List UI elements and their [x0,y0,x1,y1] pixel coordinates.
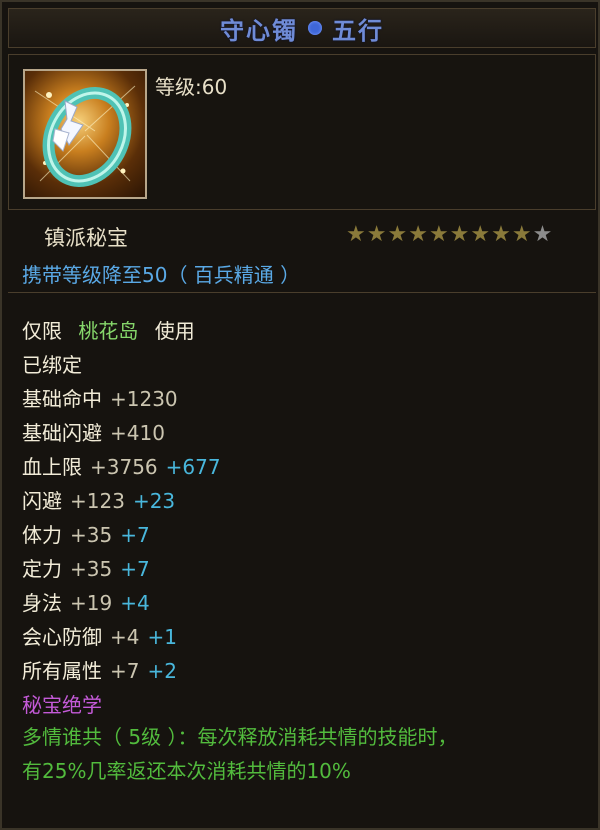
usage-faction: 桃花岛 [78,319,139,343]
skill-header: 秘宝绝学 [22,693,102,717]
stat-row: 所有属性 +7 +2 [22,654,221,688]
stat-bonus-value: +4 [120,591,150,615]
item-name: 守心镯 [220,15,298,45]
bracelet-icon [23,69,147,199]
star-filled-icon: ★ [387,222,408,247]
stats-list: 仅限 桃花岛 使用 已绑定 基础命中 +1230 基础闪避 +410 血上限 +3756 +… [22,314,221,722]
stat-bonus-value: +2 [147,659,177,683]
skill-line-2: 有25%几率返还本次消耗共情的10% [22,759,351,783]
item-type: 镇派秘宝 [44,226,128,250]
skill-description: 多情谁共（ 5级 ）：每次释放消耗共情的技能时， 有25%几率返还本次消耗共情的… [22,720,582,788]
stat-row: 闪避 +123 +23 [22,484,221,518]
stat-name: 体力 [22,523,62,547]
star-rating: ★ ★ ★ ★ ★ ★ ★ ★ ★ ★ [346,224,552,246]
stat-base-value: +3756 [90,455,158,479]
stat-name: 基础命中 [22,387,102,411]
star-filled-icon: ★ [491,222,511,247]
stat-row: 血上限 +3756 +677 [22,450,221,484]
stat-name: 闪避 [22,489,62,513]
item-attribute: 五行 [332,15,384,45]
bracelet-icon-art [34,85,136,187]
star-filled-icon: ★ [449,222,470,247]
carry-level-text: 携带等级降至50（ 百兵精通 ） [22,263,301,287]
stat-base-value: +19 [70,591,113,615]
stat-name: 所有属性 [22,659,102,683]
stat-row: 体力 +35 +7 [22,518,221,552]
usage-restriction: 仅限 桃花岛 使用 [22,314,221,348]
star-empty-icon: ★ [532,222,553,247]
stat-bonus-value: +7 [120,557,150,581]
star-filled-icon: ★ [408,222,428,247]
stat-name: 基础闪避 [22,421,102,445]
stat-bonus-value: +677 [165,455,221,479]
item-level: 等级:60 [155,75,228,99]
divider [8,292,596,293]
stat-bonus-value: +23 [132,489,176,513]
title-bar: 守心镯 五行 [8,8,596,48]
stat-row: 定力 +35 +7 [22,552,221,586]
stat-name: 定力 [22,557,62,581]
bullet-dot-icon [308,21,322,35]
stat-base-value: +7 [110,659,140,683]
stat-base-value: +410 [110,421,165,445]
star-filled-icon: ★ [366,222,387,247]
stat-bonus-value: +1 [147,625,177,649]
item-tooltip: 守心镯 五行 等级:60 镇派秘宝 ★ ★ ★ ★ ★ ★ ★ ★ ★ ★ 携带… [0,0,600,830]
stat-base-value: +35 [70,557,113,581]
usage-suffix: 使用 [154,319,195,343]
stat-base-value: +4 [110,625,140,649]
stat-base-value: +35 [70,523,113,547]
star-filled-icon: ★ [470,222,491,247]
star-filled-icon: ★ [511,222,532,247]
bound-status: 已绑定 [22,353,82,377]
item-info-panel: 等级:60 [8,54,596,210]
star-filled-icon: ★ [428,222,449,247]
skill-line-1: 多情谁共（ 5级 ）：每次释放消耗共情的技能时， [22,725,458,749]
usage-prefix: 仅限 [22,319,62,343]
stat-base-value: +1230 [110,387,178,411]
stat-base-value: +123 [70,489,125,513]
stat-name: 血上限 [22,455,82,479]
stat-name: 会心防御 [22,625,102,649]
stat-row: 基础闪避 +410 [22,416,221,450]
stat-bonus-value: +7 [120,523,150,547]
stat-row: 基础命中 +1230 [22,382,221,416]
star-filled-icon: ★ [346,222,366,247]
stat-name: 身法 [22,591,62,615]
stat-row: 会心防御 +4 +1 [22,620,221,654]
stat-row: 身法 +19 +4 [22,586,221,620]
